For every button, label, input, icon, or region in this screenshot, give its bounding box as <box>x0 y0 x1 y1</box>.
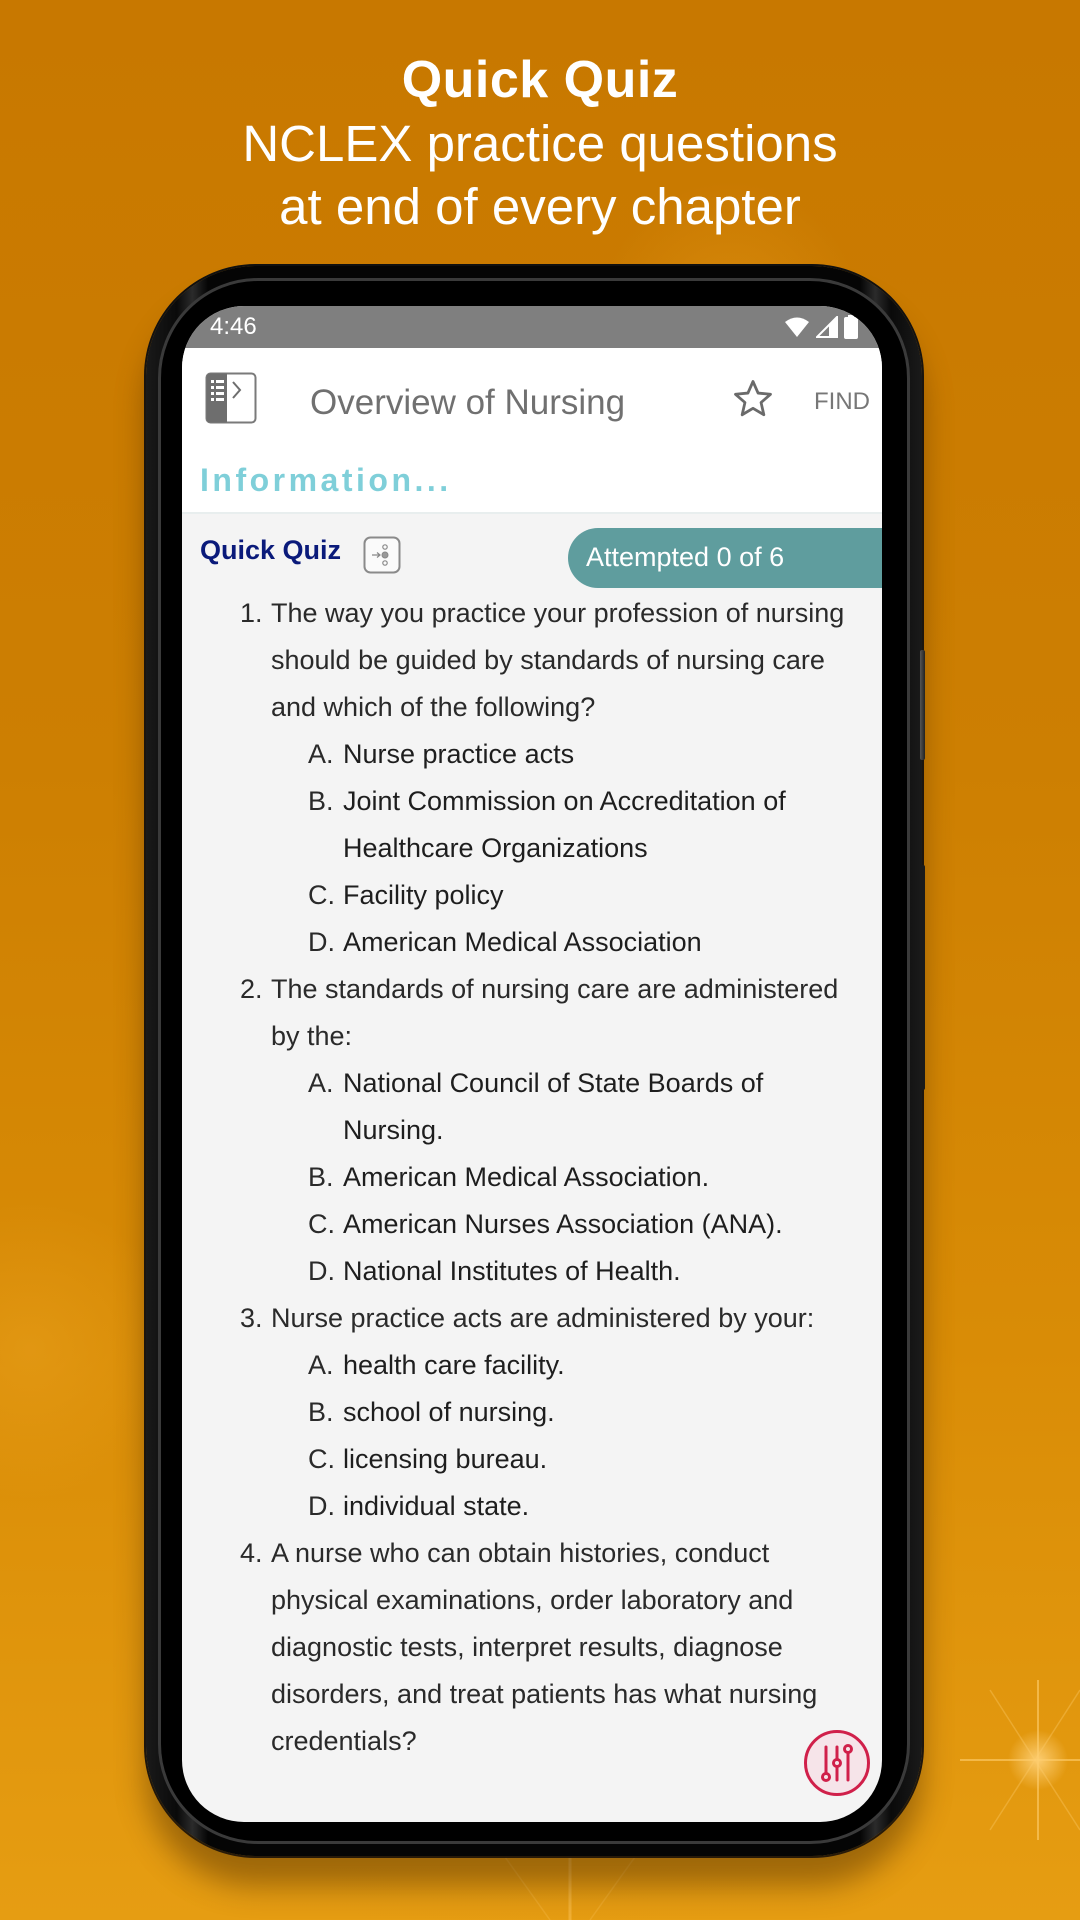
question-number: 4. <box>240 1538 263 1568</box>
answer-option[interactable]: C. licensing bureau. <box>182 1436 882 1483</box>
option-letter: C. <box>308 1209 335 1239</box>
question-text: 4. A nurse who can obtain histories, con… <box>182 1530 882 1765</box>
option-text: Facility policy <box>343 880 504 910</box>
battery-icon <box>844 315 858 339</box>
question-item: 1. The way you practice your profession … <box>182 590 882 966</box>
option-letter: B. <box>308 1397 334 1427</box>
info-bar: Information... <box>182 448 882 512</box>
option-letter: D. <box>308 927 335 957</box>
question-body: A nurse who can obtain histories, conduc… <box>271 1538 818 1756</box>
app-screen: 4:46 Overview of Nursing FIND Informatio… <box>182 306 882 1822</box>
chapter-title: Overview of Nursing <box>310 383 626 422</box>
option-text: health care facility. <box>343 1350 565 1380</box>
question-text: 1. The way you practice your profession … <box>182 590 882 731</box>
table-of-contents-icon[interactable] <box>205 372 257 424</box>
wifi-icon <box>785 317 809 337</box>
power-button <box>920 865 925 1090</box>
option-text: Nurse practice acts <box>343 739 575 769</box>
option-letter: D. <box>308 1256 335 1286</box>
answer-option[interactable]: D. individual state. <box>182 1483 882 1530</box>
find-button[interactable]: FIND <box>814 388 870 416</box>
settings-sliders-icon <box>821 1744 853 1782</box>
option-text: American Medical Association. <box>343 1162 710 1192</box>
sparkle-decoration <box>960 1680 1080 1840</box>
option-letter: A. <box>308 1068 334 1098</box>
option-text: American Nurses Association (ANA). <box>343 1209 783 1239</box>
question-number: 3. <box>240 1303 263 1333</box>
answer-option[interactable]: B. American Medical Association. <box>182 1154 882 1201</box>
answer-option[interactable]: B. Joint Commission on Accreditation of H… <box>182 778 882 872</box>
question-item: 4. A nurse who can obtain histories, con… <box>182 1530 882 1765</box>
quiz-title: Quick Quiz <box>200 535 342 565</box>
promo-header: Quick Quiz NCLEX practice questions at e… <box>0 48 1080 238</box>
answer-option[interactable]: B. school of nursing. <box>182 1389 882 1436</box>
volume-button <box>920 650 925 760</box>
answer-option[interactable]: A. National Council of State Boards of Nu… <box>182 1060 882 1154</box>
option-text: American Medical Association <box>343 927 702 957</box>
option-text: school of nursing. <box>343 1397 555 1427</box>
question-body: Nurse practice acts are administered by … <box>271 1303 815 1333</box>
option-letter: D. <box>308 1491 335 1521</box>
star-icon[interactable] <box>732 378 774 420</box>
answer-option[interactable]: A. health care facility. <box>182 1342 882 1389</box>
attempted-progress-badge: Attempted 0 of 6 <box>568 528 882 588</box>
option-letter: A. <box>308 1350 334 1380</box>
option-letter: C. <box>308 1444 335 1474</box>
option-text: Joint Commission on Accreditation of Hea… <box>343 786 786 863</box>
option-letter: B. <box>308 786 334 816</box>
section-heading-information: Information... <box>200 462 452 498</box>
answer-option[interactable]: C. Facility policy <box>182 872 882 919</box>
question-item: 3. Nurse practice acts are administered … <box>182 1295 882 1530</box>
question-body: The standards of nursing care are admini… <box>271 974 839 1051</box>
answer-option[interactable]: D. National Institutes of Health. <box>182 1248 882 1295</box>
promo-subtitle-line1: NCLEX practice questions <box>242 115 838 172</box>
answer-option[interactable]: C. American Nurses Association (ANA). <box>182 1201 882 1248</box>
question-text: 2. The standards of nursing care are adm… <box>182 966 882 1060</box>
settings-fab-button[interactable] <box>804 1730 870 1796</box>
option-letter: A. <box>308 739 334 769</box>
quiz-header: Quick Quiz Attempted 0 of 6 <box>182 512 882 588</box>
option-letter: B. <box>308 1162 334 1192</box>
promo-subtitle-line2: at end of every chapter <box>279 178 801 235</box>
option-text: National Institutes of Health. <box>343 1256 681 1286</box>
jump-to-question-icon[interactable] <box>363 536 401 574</box>
answer-option[interactable]: A. Nurse practice acts <box>182 731 882 778</box>
status-bar: 4:46 <box>182 306 882 348</box>
question-number: 2. <box>240 974 263 1004</box>
question-body: The way you practice your profession of … <box>271 598 845 722</box>
answer-option[interactable]: D. American Medical Association <box>182 919 882 966</box>
question-text: 3. Nurse practice acts are administered … <box>182 1295 882 1342</box>
app-bar: Overview of Nursing FIND <box>182 348 882 448</box>
question-item: 2. The standards of nursing care are adm… <box>182 966 882 1295</box>
status-icons <box>784 315 858 339</box>
question-number: 1. <box>240 598 263 628</box>
status-time: 4:46 <box>210 313 257 340</box>
signal-icon <box>816 316 838 338</box>
option-letter: C. <box>308 880 335 910</box>
option-text: National Council of State Boards of Nurs… <box>343 1068 764 1145</box>
question-list: 1. The way you practice your profession … <box>182 590 882 1765</box>
option-text: licensing bureau. <box>343 1444 548 1474</box>
promo-title: Quick Quiz <box>401 51 679 109</box>
option-text: individual state. <box>343 1491 530 1521</box>
